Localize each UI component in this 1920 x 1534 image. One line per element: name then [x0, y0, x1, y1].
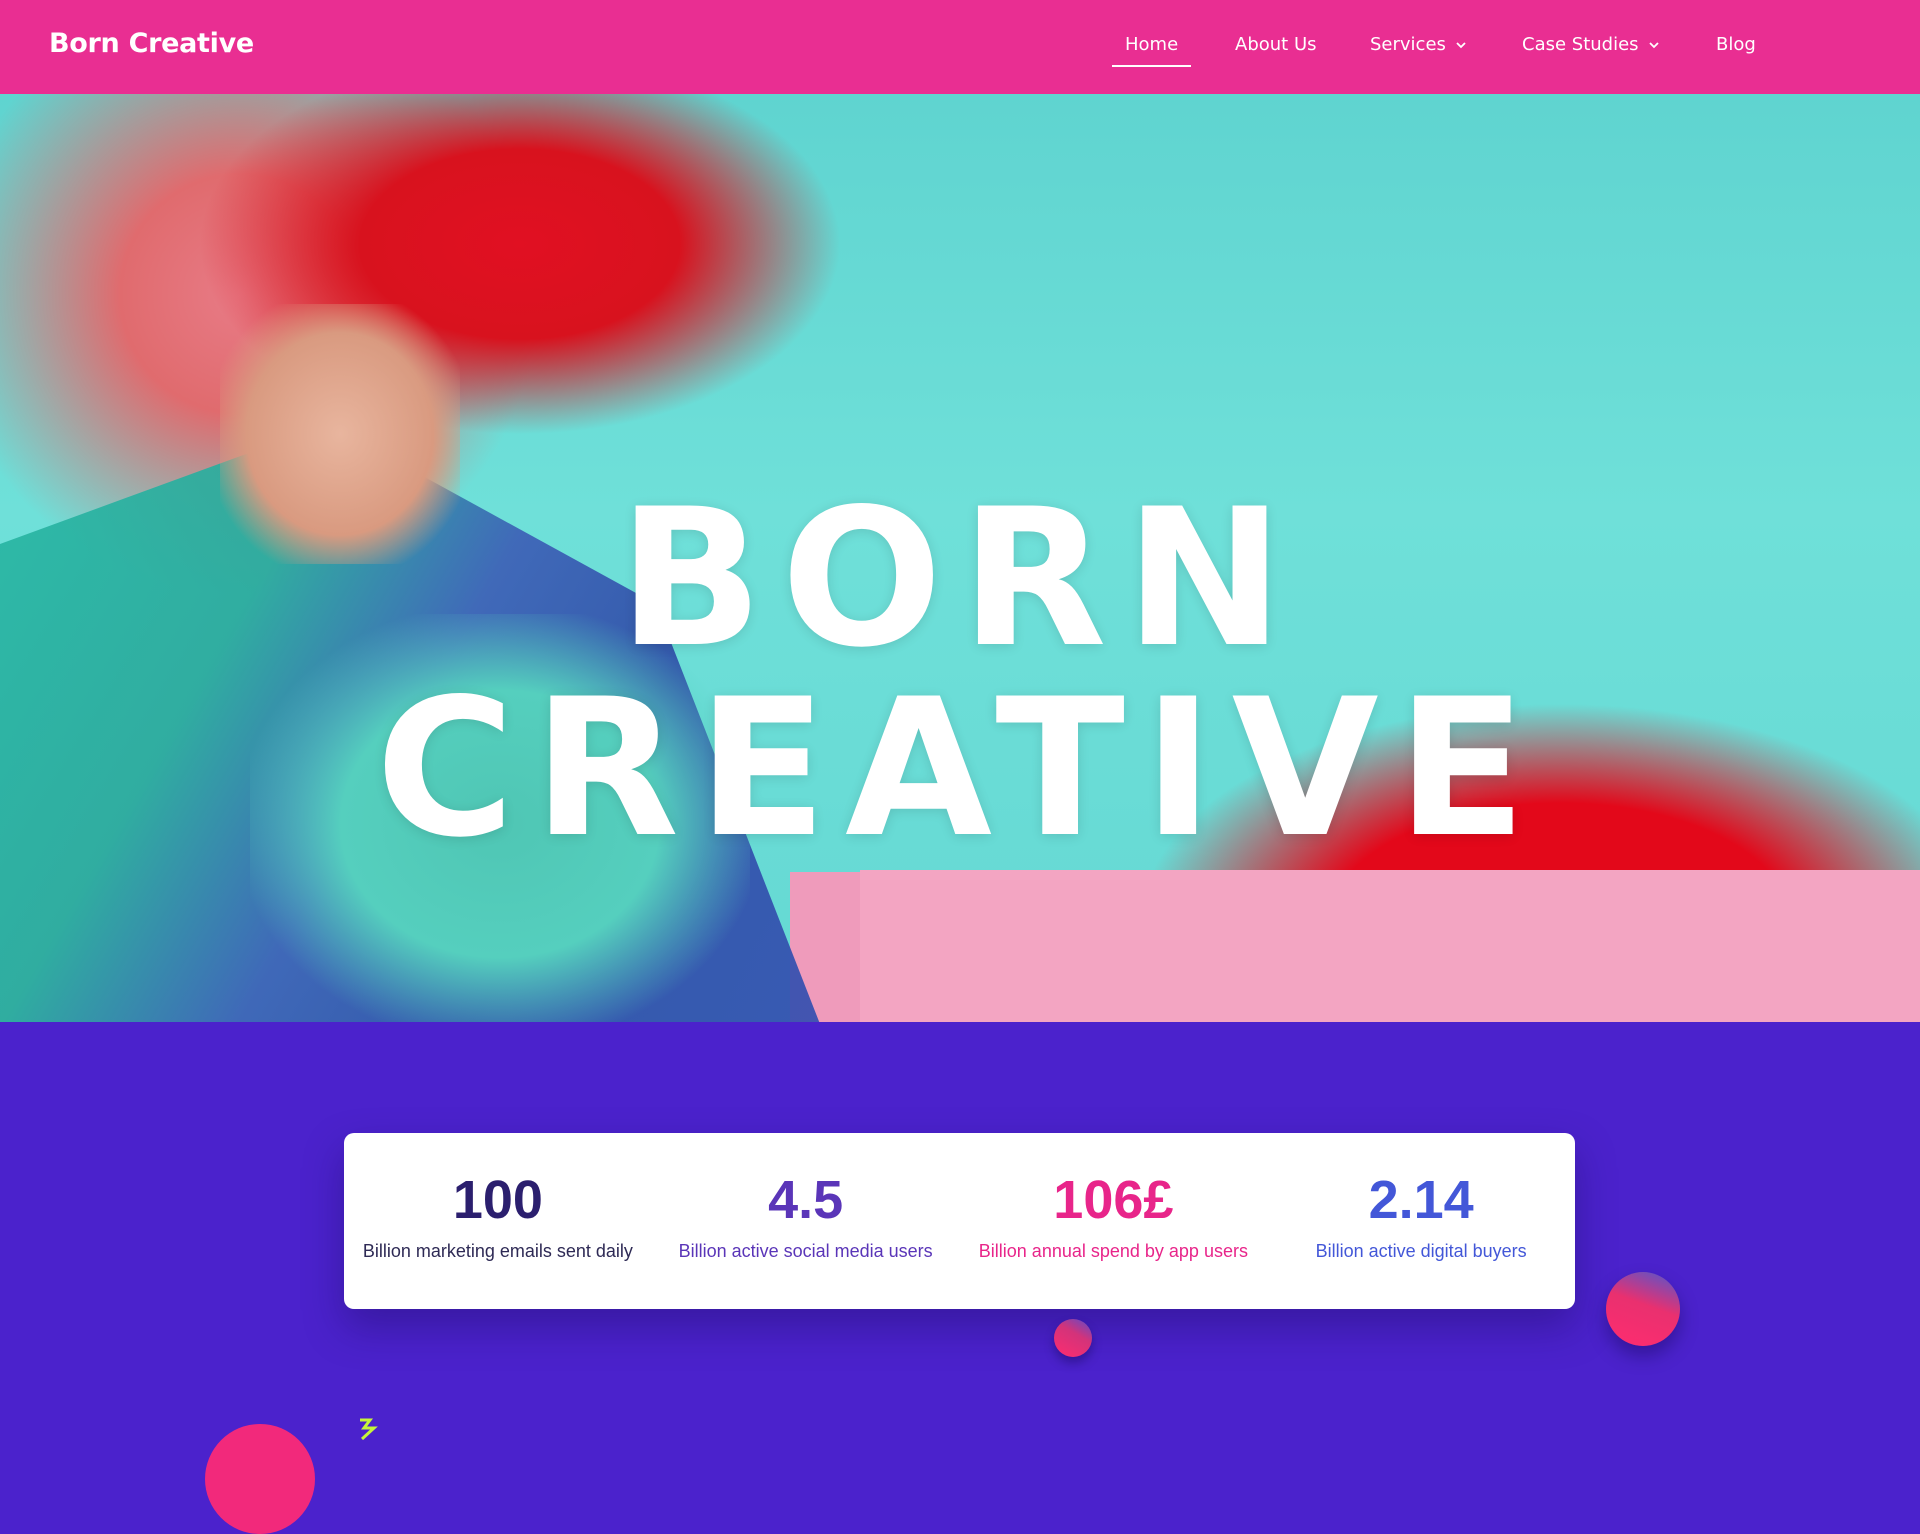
stat-value: 106£: [1053, 1170, 1174, 1230]
nav-item-about-us[interactable]: About Us: [1235, 34, 1317, 55]
nav-item-label: Case Studies: [1522, 34, 1639, 55]
decorative-gradient-circle: [1606, 1272, 1680, 1346]
nav-item-blog[interactable]: Blog: [1716, 34, 1756, 55]
stat-label: Billion active digital buyers: [1315, 1241, 1527, 1261]
nav-item-label: Services: [1370, 34, 1446, 55]
chevron-down-icon: [1648, 41, 1659, 48]
stat-label: Billion marketing emails sent daily: [362, 1241, 633, 1261]
nav-item-services[interactable]: Services: [1370, 34, 1466, 55]
stat-value: 2.14: [1368, 1170, 1474, 1230]
stat-item: 106£ Billion annual spend by app users: [960, 1133, 1268, 1309]
stat-label: Billion annual spend by app users: [978, 1241, 1248, 1261]
site-logo[interactable]: Born Creative: [49, 28, 254, 59]
stat-item: 2.14 Billion active digital buyers: [1267, 1133, 1575, 1309]
hero-banner: BORN CREATIVE: [0, 94, 1920, 1022]
stat-item: 100 Billion marketing emails sent daily: [344, 1133, 652, 1309]
stat-label: Billion active social media users: [678, 1241, 933, 1261]
stat-value: 4.5: [768, 1170, 844, 1230]
nav-item-case-studies[interactable]: Case Studies: [1522, 34, 1659, 55]
nav-item-label: Home: [1125, 34, 1179, 55]
decorative-pink-circle: [205, 1424, 315, 1534]
nav-item-label: About Us: [1235, 34, 1317, 55]
decorative-gradient-circle-small: [1054, 1319, 1092, 1357]
nav-item-home[interactable]: Home: [1111, 34, 1192, 67]
nav-item-label: Blog: [1716, 34, 1756, 55]
stat-item: 4.5 Billion active social media users: [652, 1133, 960, 1309]
lightning-icon: [360, 1418, 378, 1440]
hero-backdrop-pink-block: [860, 870, 1920, 1022]
stats-card: 100 Billion marketing emails sent daily …: [344, 1133, 1575, 1309]
chevron-down-icon: [1456, 41, 1466, 48]
stat-value: 100: [452, 1170, 543, 1230]
hero-title: BORN CREATIVE: [375, 468, 1545, 879]
